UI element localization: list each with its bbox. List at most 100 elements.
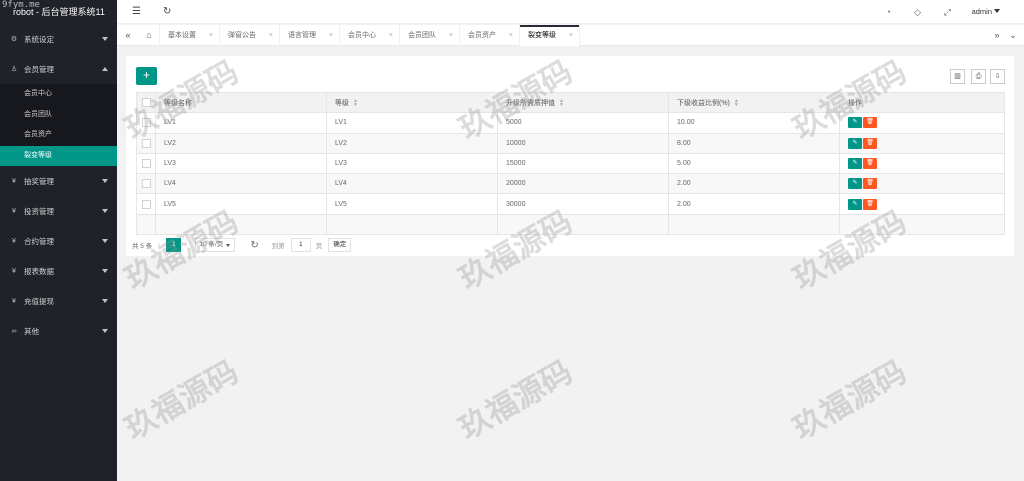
close-icon[interactable]: ×	[389, 25, 393, 46]
sidebar-item[interactable]: ¥ 投资管理	[0, 196, 117, 226]
col-stake[interactable]: 升级所需质押值 ▲ ▼	[497, 91, 669, 114]
tab-item[interactable]: 基本设置 ×	[160, 25, 220, 46]
sidebar-submenu: 会员中心 会员团队 会员资产 裂变等级	[0, 84, 117, 166]
row-checkbox[interactable]	[141, 179, 151, 189]
tabs-prev-icon[interactable]: «	[119, 25, 137, 46]
delete-icon[interactable]: 🗑	[863, 158, 877, 170]
sidebar-subitem[interactable]: 会员团队	[0, 105, 117, 126]
sidebar-item[interactable]: ⚙ 系统设定	[0, 24, 117, 54]
table-cell: LV1	[155, 112, 327, 134]
sidebar-item-label: 抽奖管理	[24, 176, 54, 186]
sidebar-item-label: 合约管理	[24, 236, 54, 246]
col-level[interactable]: 等级 ▲ ▼	[326, 91, 498, 114]
delete-icon[interactable]: 🗑	[863, 117, 877, 129]
tab-item[interactable]: 会员团队 ×	[400, 25, 460, 46]
watermark: 玖福源码	[453, 353, 579, 448]
select-all-checkbox[interactable]	[141, 98, 151, 108]
page-label: 页	[315, 243, 323, 250]
sort-icon[interactable]: ▲ ▼	[353, 98, 358, 107]
sidebar-item[interactable]: ¥ 报表数据	[0, 256, 117, 286]
close-icon[interactable]: ×	[449, 25, 453, 46]
sidebar-item[interactable]: ¥ 充值提现	[0, 286, 117, 316]
close-icon[interactable]: ×	[329, 25, 333, 46]
chevron-down-icon	[102, 269, 108, 273]
table-body: LV1 LV1 5000 10.00 ✎ 🗑 LV2 LV2 10000 8.00 ✎ 🗑 LV3 LV3…	[136, 112, 1005, 236]
columns-icon[interactable]: ▥	[950, 69, 965, 84]
user-menu[interactable]: admin	[972, 7, 1000, 16]
row-checkbox[interactable]	[141, 118, 151, 128]
menu-toggle-icon[interactable]: ☰	[132, 6, 141, 18]
tab-label: 会员资产	[468, 32, 496, 39]
close-icon[interactable]: ×	[209, 25, 213, 46]
tab-home[interactable]: ⌂	[138, 25, 160, 46]
sidebar-item-label: 投资管理	[24, 206, 54, 216]
export-icon[interactable]: ⇩	[990, 69, 1005, 84]
sidebar-item-label: 报表数据	[24, 266, 54, 276]
row-checkbox[interactable]	[141, 138, 151, 148]
delete-icon[interactable]: 🗑	[863, 198, 877, 210]
table-cell: 2.00	[668, 193, 840, 215]
tab-item[interactable]: 语言管理 ×	[280, 25, 340, 46]
table-row: LV4 LV4 20000 2.00 ✎ 🗑	[136, 173, 1005, 195]
theme-icon[interactable]: ◔	[886, 6, 891, 18]
tab-label: 会员团队	[408, 32, 436, 39]
edit-icon[interactable]: ✎	[848, 158, 862, 170]
page-size-select[interactable]: 10 条/页	[195, 238, 236, 252]
tab-item[interactable]: 弹窗公告 ×	[220, 25, 280, 46]
actions-cell: ✎ 🗑	[839, 112, 1005, 134]
yen-icon: ¥	[12, 207, 16, 215]
tab-item[interactable]: 裂变等级 ×	[520, 25, 580, 46]
col-ratio[interactable]: 下级收益比例(%) ▲ ▼	[668, 91, 840, 114]
sort-icon[interactable]: ▲ ▼	[734, 98, 739, 107]
tab-item[interactable]: 会员中心 ×	[340, 25, 400, 46]
app-title: robot - 后台管理系统11	[13, 7, 105, 17]
goto-page-input[interactable]: 1	[290, 238, 311, 252]
sidebar-subitem[interactable]: 裂变等级	[0, 145, 117, 166]
sidebar-item[interactable]: ¥ 合约管理	[0, 226, 117, 256]
sidebar-item[interactable]: ¥ 抽奖管理	[0, 166, 117, 196]
edit-icon[interactable]: ✎	[848, 178, 862, 190]
row-select-cell	[136, 112, 156, 134]
add-button[interactable]: +	[136, 67, 157, 85]
close-icon[interactable]: ×	[509, 25, 513, 46]
chevron-up-icon	[102, 67, 108, 71]
sidebar-item[interactable]: ∞ 其他	[0, 316, 117, 346]
chevron-down-icon	[102, 37, 108, 41]
row-checkbox[interactable]	[141, 199, 151, 209]
edit-icon[interactable]: ✎	[848, 117, 862, 129]
sidebar-subitem[interactable]: 会员中心	[0, 84, 117, 105]
total-count: 共 5 条	[132, 243, 153, 250]
sidebar-item[interactable]: ♙ 会员管理	[0, 54, 117, 84]
refresh-icon[interactable]: ↻	[250, 240, 258, 251]
tab-item[interactable]: 会员资产 ×	[460, 25, 520, 46]
goto-confirm-button[interactable]: 确定	[328, 238, 352, 252]
col-actions: 操作	[839, 91, 1005, 114]
sidebar-subitem[interactable]: 会员资产	[0, 125, 117, 146]
sort-icon[interactable]: ▲ ▼	[559, 98, 564, 107]
table-cell: LV4	[326, 173, 498, 195]
print-icon[interactable]: ⎙	[971, 69, 986, 84]
page-1-button[interactable]: 1	[166, 238, 182, 252]
col-level-name[interactable]: 等级名称	[155, 91, 327, 114]
close-icon[interactable]: ×	[569, 25, 573, 46]
link-icon: ∞	[11, 327, 17, 335]
prev-page-icon[interactable]: ‹	[158, 242, 160, 249]
yen-icon: ¥	[12, 237, 16, 245]
tag-icon[interactable]: ◇	[914, 6, 921, 18]
fullscreen-icon[interactable]: ⤢	[944, 6, 951, 18]
sidebar: robot - 后台管理系统11 ⚙ 系统设定 ♙ 会员管理 会员中心 会员团队 会员资产裂…	[0, 0, 117, 481]
delete-icon[interactable]: 🗑	[863, 178, 877, 190]
refresh-icon[interactable]: ↻	[163, 6, 171, 18]
level-table: 等级名称 等级 ▲ ▼ 升级所需质押值 ▲ ▼ 下级收益比例(%) ▲ ▼ 操作 LV1 LV…	[136, 91, 1005, 236]
table-cell: LV3	[155, 152, 327, 175]
col-stake-label: 升级所需质押值	[506, 99, 555, 107]
yen-icon: ¥	[12, 177, 16, 185]
table-cell: 5.00	[668, 152, 840, 175]
close-icon[interactable]: ×	[269, 25, 273, 46]
edit-icon[interactable]: ✎	[848, 137, 862, 149]
edit-icon[interactable]: ✎	[848, 198, 862, 210]
tabs-more-icon[interactable]: ⌄	[1004, 25, 1022, 46]
delete-icon[interactable]: 🗑	[863, 137, 877, 149]
top-header: ☰ ↻ ◔ ◇ ⤢ admin	[117, 0, 1024, 24]
row-checkbox[interactable]	[141, 159, 151, 169]
